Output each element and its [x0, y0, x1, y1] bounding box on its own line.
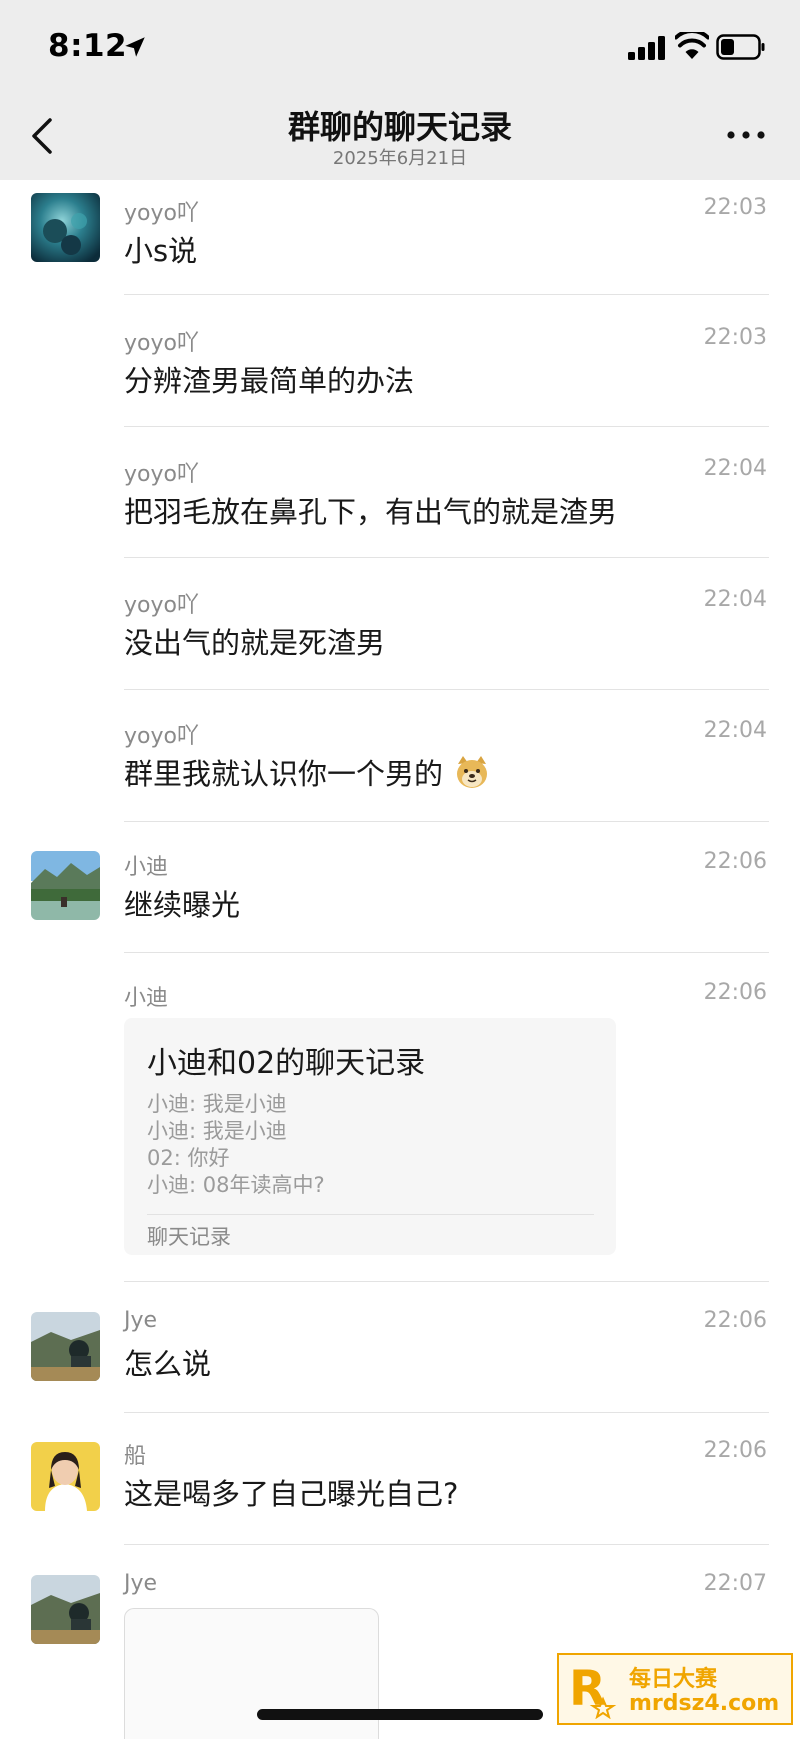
wifi-icon	[675, 32, 709, 59]
chat-record-card[interactable]: 小迪和02的聊天记录 小迪: 我是小迪 小迪: 我是小迪 02: 你好 小迪: …	[124, 1018, 616, 1255]
message-text: 怎么说	[124, 1347, 212, 1381]
page-subtitle: 2025年6月21日	[332, 148, 468, 169]
message-text: 把羽毛放在鼻孔下，有出气的就是渣男	[124, 495, 618, 529]
message-item[interactable]: Jye 22:06 怎么说	[0, 1282, 800, 1413]
message-time: 22:04	[703, 587, 767, 612]
message-text: 群里我就认识你一个男的	[124, 751, 490, 793]
message-time: 22:04	[703, 718, 767, 743]
message-time: 22:06	[703, 1308, 767, 1333]
watermark-logo-letter: R	[569, 1661, 606, 1717]
signal-bars-icon	[628, 36, 665, 60]
sender-name: Jye	[124, 1571, 158, 1596]
top-bar: 8:12 群聊的聊天记录 2025年6月21日	[0, 0, 800, 180]
message-item[interactable]: yoyo吖 22:03 分辨渣男最简单的办法	[0, 312, 800, 444]
avatar[interactable]	[31, 1575, 100, 1644]
message-text: 小s说	[124, 234, 198, 268]
card-line: 小迪: 我是小迪	[147, 1092, 287, 1116]
sender-name: yoyo吖	[124, 201, 199, 226]
watermark-url: mrdsz4.com	[629, 1691, 780, 1716]
battery-icon	[716, 34, 765, 60]
message-time: 22:06	[703, 849, 767, 874]
message-text: 继续曝光	[124, 888, 241, 922]
message-time: 22:07	[703, 1571, 767, 1596]
message-text: 这是喝多了自己曝光自己?	[124, 1477, 459, 1511]
card-title: 小迪和02的聊天记录	[147, 1046, 426, 1081]
more-dots-icon[interactable]	[726, 128, 766, 142]
message-time: 22:03	[703, 195, 767, 220]
avatar[interactable]	[31, 1442, 100, 1511]
message-item[interactable]: 小迪 22:06 小迪和02的聊天记录 小迪: 我是小迪 小迪: 我是小迪 02…	[0, 972, 800, 1282]
page-title: 群聊的聊天记录	[287, 108, 512, 146]
message-time: 22:06	[703, 980, 767, 1005]
home-indicator[interactable]	[257, 1709, 543, 1720]
watermark-brand: 每日大赛	[629, 1667, 718, 1692]
divider	[124, 952, 769, 953]
sender-name: yoyo吖	[124, 331, 199, 356]
sender-name: 小迪	[124, 855, 169, 880]
card-line: 小迪: 我是小迪	[147, 1119, 287, 1143]
divider	[124, 294, 769, 295]
card-divider	[147, 1214, 594, 1215]
doge-emoji-icon	[457, 756, 488, 788]
message-item[interactable]: yoyo吖 22:03 小s说	[0, 180, 800, 312]
watermark: R 每日大赛 mrdsz4.com	[557, 1653, 793, 1725]
message-text-content: 群里我就认识你一个男的	[124, 757, 444, 791]
message-time: 22:04	[703, 456, 767, 481]
message-item[interactable]: 小迪 22:06 继续曝光	[0, 840, 800, 972]
location-arrow-icon	[125, 37, 145, 57]
message-time: 22:06	[703, 1438, 767, 1463]
avatar[interactable]	[31, 1312, 100, 1381]
message-text: 分辨渣男最简单的办法	[124, 364, 415, 398]
divider	[124, 557, 769, 558]
message-item[interactable]: 船 22:06 这是喝多了自己曝光自己?	[0, 1413, 800, 1545]
message-item[interactable]: yoyo吖 22:04 把羽毛放在鼻孔下，有出气的就是渣男	[0, 444, 800, 576]
divider	[124, 821, 769, 822]
message-item[interactable]: yoyo吖 22:04 群里我就认识你一个男的	[0, 708, 800, 840]
avatar[interactable]	[31, 851, 100, 920]
sender-name: yoyo吖	[124, 724, 199, 749]
message-item[interactable]: yoyo吖 22:04 没出气的就是死渣男	[0, 576, 800, 708]
divider	[124, 689, 769, 690]
sender-name: yoyo吖	[124, 593, 199, 618]
card-line: 小迪: 08年读高中?	[147, 1173, 325, 1197]
card-footer: 聊天记录	[147, 1225, 231, 1249]
card-line: 02: 你好	[147, 1146, 230, 1170]
status-time: 8:12	[48, 28, 128, 64]
sender-name: 船	[124, 1444, 147, 1469]
message-text: 没出气的就是死渣男	[124, 626, 386, 660]
sender-name: yoyo吖	[124, 462, 199, 487]
message-time: 22:03	[703, 325, 767, 350]
sender-name: Jye	[124, 1308, 158, 1333]
divider	[124, 426, 769, 427]
sender-name: 小迪	[124, 986, 169, 1011]
watermark-logo-icon: R	[569, 1661, 617, 1719]
avatar[interactable]	[31, 193, 100, 262]
